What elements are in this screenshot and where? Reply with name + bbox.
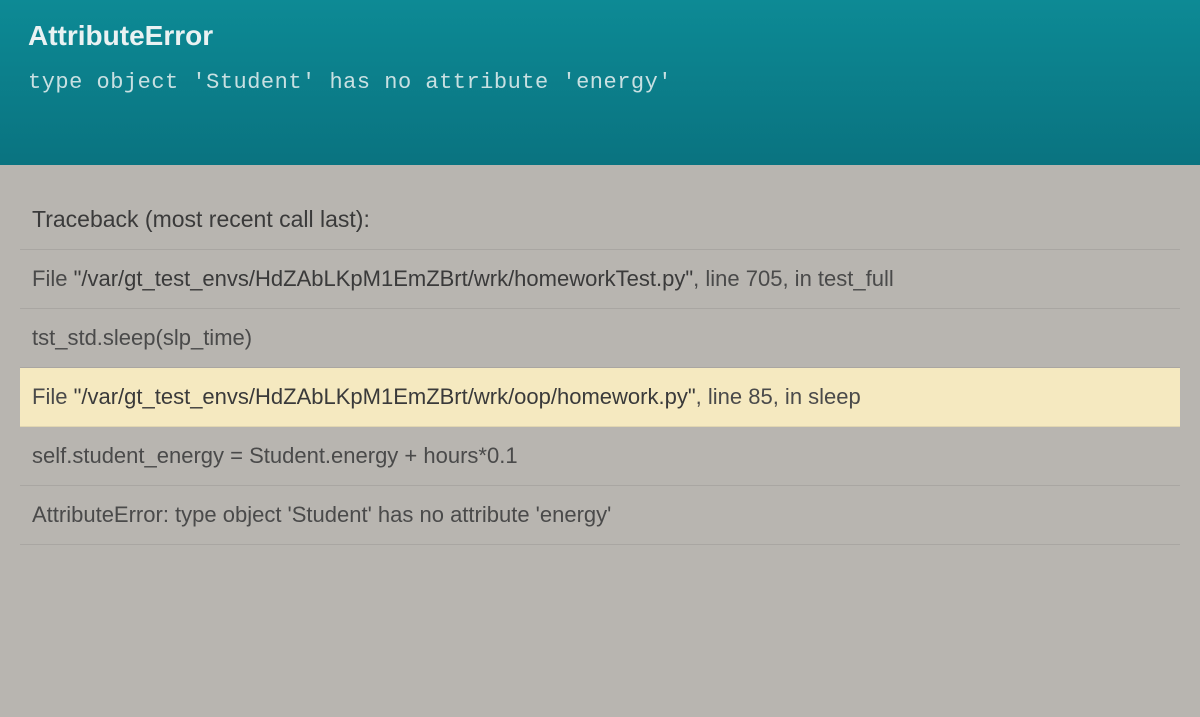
file-label: File [32, 384, 74, 409]
traceback-frame: File "/var/gt_test_envs/HdZAbLKpM1EmZBrt… [20, 368, 1180, 427]
traceback-code: self.student_energy = Student.energy + h… [20, 427, 1180, 486]
error-header: AttributeError type object 'Student' has… [0, 0, 1200, 165]
file-line-info: , line 85, in sleep [696, 384, 861, 409]
error-type: AttributeError [28, 20, 1172, 52]
file-label: File [32, 266, 74, 291]
traceback-code: tst_std.sleep(slp_time) [20, 309, 1180, 368]
traceback-section: Traceback (most recent call last): File … [20, 190, 1180, 545]
traceback-header: Traceback (most recent call last): [20, 190, 1180, 250]
file-path: "/var/gt_test_envs/HdZAbLKpM1EmZBrt/wrk/… [74, 384, 696, 409]
traceback-frame: File "/var/gt_test_envs/HdZAbLKpM1EmZBrt… [20, 250, 1180, 309]
traceback-final-error: AttributeError: type object 'Student' ha… [20, 486, 1180, 545]
file-path: "/var/gt_test_envs/HdZAbLKpM1EmZBrt/wrk/… [74, 266, 694, 291]
file-line-info: , line 705, in test_full [693, 266, 894, 291]
error-message: type object 'Student' has no attribute '… [28, 70, 1172, 95]
